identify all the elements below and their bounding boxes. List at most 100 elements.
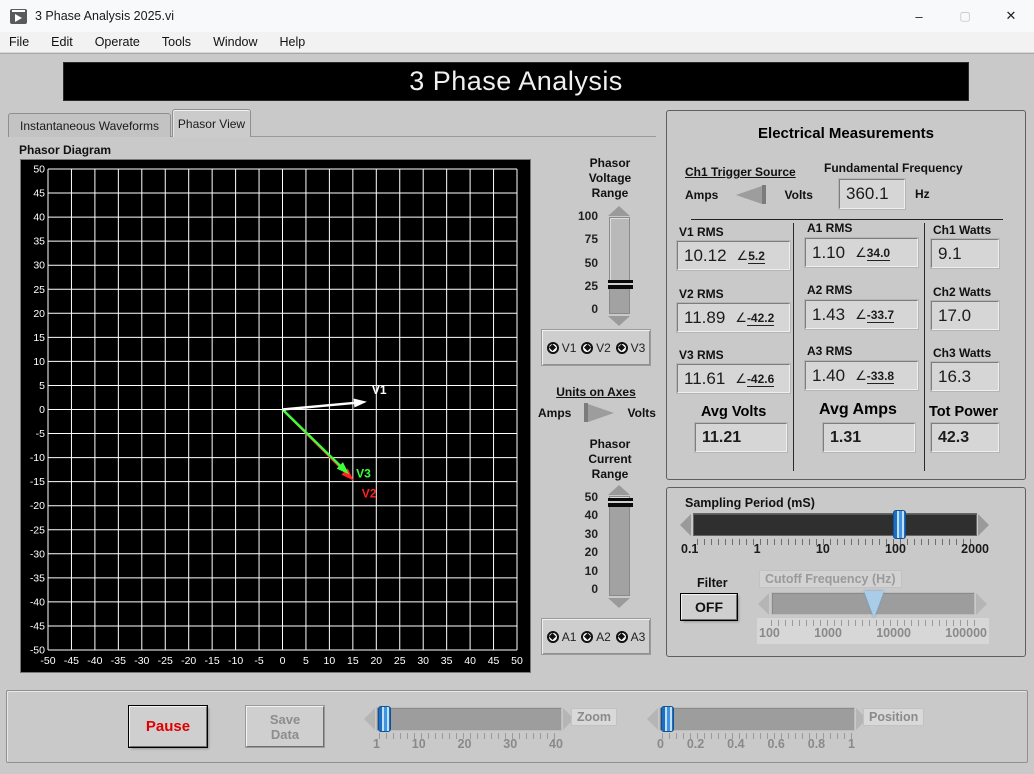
ch2-watts-display: 17.0 xyxy=(931,301,999,330)
radio-a1-dot[interactable] xyxy=(547,631,559,643)
cutoff-left-arrow[interactable] xyxy=(758,593,769,615)
voltage-range-increment-arrow[interactable] xyxy=(608,206,630,216)
svg-text:15: 15 xyxy=(347,655,359,667)
radio-a2[interactable]: A2 xyxy=(581,630,611,644)
pause-button[interactable]: Pause xyxy=(129,706,207,747)
close-button[interactable]: ✕ xyxy=(988,0,1034,32)
units-volts-option[interactable]: Volts xyxy=(628,406,656,420)
ch3-watts-label: Ch3 Watts xyxy=(933,346,991,360)
svg-text:50: 50 xyxy=(511,655,523,667)
menu-tools[interactable]: Tools xyxy=(162,35,191,49)
radio-a3[interactable]: A3 xyxy=(616,630,646,644)
radio-v3[interactable]: V3 xyxy=(616,341,646,355)
sampling-thumb[interactable] xyxy=(893,510,906,539)
position-slider[interactable] xyxy=(659,707,855,731)
maximize-button[interactable]: ▢ xyxy=(942,0,988,32)
avg-amps-label: Avg Amps xyxy=(819,401,897,419)
zoom-left-arrow[interactable] xyxy=(364,708,375,730)
svg-text:25: 25 xyxy=(33,284,45,296)
save-data-button[interactable]: Save Data xyxy=(246,706,324,747)
menu-operate[interactable]: Operate xyxy=(95,35,140,49)
svg-text:0: 0 xyxy=(39,404,45,416)
trigger-volts-option[interactable]: Volts xyxy=(785,188,813,202)
position-left-arrow[interactable] xyxy=(647,708,658,730)
radio-v2-dot[interactable] xyxy=(581,342,593,354)
tick-label: 25 xyxy=(585,280,598,292)
current-range-ticks: 50403020100 xyxy=(568,491,598,595)
radio-a2-dot[interactable] xyxy=(581,631,593,643)
tick-label: 0 xyxy=(591,583,598,595)
current-range-thumb[interactable] xyxy=(608,498,633,507)
cutoff-thumb[interactable] xyxy=(864,591,884,618)
svg-text:-5: -5 xyxy=(254,655,263,667)
tab-phasor-view[interactable]: Phasor View xyxy=(172,109,251,137)
tick-label: 0.4 xyxy=(727,737,744,751)
ch1-watts-label: Ch1 Watts xyxy=(933,223,991,237)
cutoff-right-arrow[interactable] xyxy=(976,593,987,615)
tick-label: 1000 xyxy=(814,626,842,640)
minimize-button[interactable]: – xyxy=(896,0,942,32)
radio-a1[interactable]: A1 xyxy=(547,630,577,644)
tick-label: 30 xyxy=(503,737,517,751)
v2-rms-label: V2 RMS xyxy=(679,287,724,301)
zoom-thumb[interactable] xyxy=(378,706,391,732)
tab-instantaneous-waveforms[interactable]: Instantaneous Waveforms xyxy=(8,113,171,137)
electrical-measurements-header: Electrical Measurements xyxy=(667,125,1025,142)
avg-volts-label: Avg Volts xyxy=(701,404,766,420)
filter-off-button[interactable]: OFF xyxy=(681,594,737,620)
column-divider-2 xyxy=(924,223,925,471)
cutoff-slider[interactable] xyxy=(771,592,975,615)
units-toggle-pointer[interactable] xyxy=(584,403,614,422)
voltage-range-decrement-arrow[interactable] xyxy=(608,316,630,326)
voltage-range-thumb[interactable] xyxy=(608,280,633,289)
svg-text:45: 45 xyxy=(488,655,500,667)
v1-rms-label: V1 RMS xyxy=(679,225,724,239)
voltage-range-slider[interactable] xyxy=(609,217,630,314)
svg-text:35: 35 xyxy=(441,655,453,667)
svg-text:V2: V2 xyxy=(362,487,377,501)
a1-rms-label: A1 RMS xyxy=(807,221,852,235)
zoom-slider[interactable] xyxy=(376,707,562,731)
tick-label: 0 xyxy=(657,737,664,751)
sampling-left-arrow[interactable] xyxy=(680,514,691,536)
svg-text:-15: -15 xyxy=(30,476,45,488)
a2-rms-label: A2 RMS xyxy=(807,283,852,297)
menu-file[interactable]: File xyxy=(9,35,29,49)
units-amps-option[interactable]: Amps xyxy=(538,406,571,420)
svg-text:-30: -30 xyxy=(30,548,45,560)
units-on-axes-toggle[interactable]: Amps Volts xyxy=(538,403,656,422)
radio-v3-dot[interactable] xyxy=(616,342,628,354)
trigger-amps-option[interactable]: Amps xyxy=(685,188,718,202)
radio-v1-dot[interactable] xyxy=(547,342,559,354)
banner-title: 3 Phase Analysis xyxy=(409,66,623,97)
svg-text:5: 5 xyxy=(39,380,45,392)
ch1-trigger-source-toggle[interactable]: Amps Volts xyxy=(685,185,813,204)
svg-text:-45: -45 xyxy=(30,620,45,632)
tick-label: 20 xyxy=(585,546,598,558)
v1-rms-display: 10.12 ∠5.2 xyxy=(677,241,790,270)
svg-text:-25: -25 xyxy=(158,655,173,667)
tick-label: 100 xyxy=(759,626,780,640)
tick-label: 0.1 xyxy=(681,542,698,556)
svg-text:10: 10 xyxy=(324,655,336,667)
zoom-label: Zoom xyxy=(571,708,617,726)
sampling-slider[interactable] xyxy=(693,513,977,536)
svg-text:10: 10 xyxy=(33,356,45,368)
menu-help[interactable]: Help xyxy=(280,35,306,49)
current-range-slider[interactable] xyxy=(609,496,630,596)
trigger-toggle-pointer[interactable] xyxy=(736,185,766,204)
menu-edit[interactable]: Edit xyxy=(51,35,73,49)
radio-a3-dot[interactable] xyxy=(616,631,628,643)
svg-text:-30: -30 xyxy=(134,655,149,667)
menu-window[interactable]: Window xyxy=(213,35,257,49)
svg-text:25: 25 xyxy=(394,655,406,667)
voltage-range-ticks: 1007550250 xyxy=(568,210,598,315)
position-thumb[interactable] xyxy=(661,706,674,732)
phasor-diagram-plot[interactable]: -50-45-40-35-30-25-20-15-10-505101520253… xyxy=(20,159,531,673)
radio-v2[interactable]: V2 xyxy=(581,341,611,355)
radio-v1[interactable]: V1 xyxy=(547,341,577,355)
current-range-decrement-arrow[interactable] xyxy=(608,598,630,608)
sampling-right-arrow[interactable] xyxy=(978,514,989,536)
tick-label: 0.6 xyxy=(767,737,784,751)
current-range-increment-arrow[interactable] xyxy=(608,485,630,495)
